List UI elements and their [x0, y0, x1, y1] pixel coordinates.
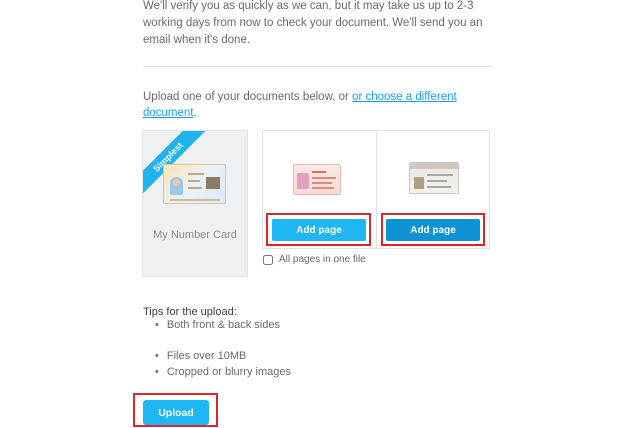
instructions-prefix: Upload one of your documents below, or — [143, 91, 353, 103]
my-number-card-icon — [163, 164, 226, 204]
residence-card-icon — [409, 162, 459, 194]
intro-text: We'll verify you as quickly as we can, b… — [143, 0, 483, 46]
highlight-box-add-page-2 — [381, 213, 485, 246]
tip-item: Both front & back sides — [155, 319, 280, 331]
highlight-box-add-page-1 — [266, 213, 371, 246]
divider — [143, 66, 493, 67]
upload-instructions: Upload one of your documents below, or o… — [143, 89, 493, 121]
tips-title: Tips for the upload: — [143, 306, 237, 318]
all-pages-one-file-label: All pages in one file — [279, 254, 366, 265]
driver-license-card-icon — [293, 164, 341, 195]
tip-item: Files over 10MB — [155, 350, 246, 362]
all-pages-one-file-option[interactable]: All pages in one file — [263, 253, 366, 266]
my-number-card-option[interactable]: Simplest My Number Card — [142, 130, 248, 277]
my-number-card-label: My Number Card — [153, 229, 237, 241]
page-separator — [376, 131, 377, 248]
tip-item: Cropped or blurry images — [155, 366, 291, 378]
instructions-suffix: . — [193, 107, 197, 119]
highlight-box-upload — [133, 393, 218, 427]
all-pages-one-file-checkbox[interactable] — [263, 254, 273, 265]
